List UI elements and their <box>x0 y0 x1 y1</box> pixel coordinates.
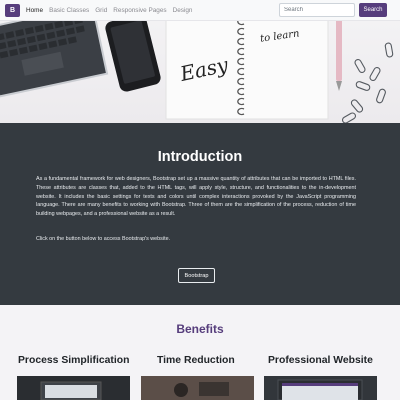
desk-photo <box>141 376 254 400</box>
nav-link-basic-classes[interactable]: Basic Classes <box>49 7 89 14</box>
search-button[interactable]: Search <box>359 3 387 17</box>
card-title-time-reduction: Time Reduction <box>157 355 235 366</box>
card-title-process-simplification: Process Simplification <box>18 355 130 366</box>
hero-image: Easy to learn <box>0 21 400 123</box>
card-image-professional-website <box>264 376 377 400</box>
paperclips-illustration <box>341 42 394 123</box>
brand-logo[interactable]: B <box>5 3 20 17</box>
search-input[interactable] <box>279 3 355 17</box>
notebook-illustration: Easy to learn <box>165 21 329 120</box>
phone-illustration <box>105 21 161 92</box>
nav-link-home[interactable]: Home <box>26 7 43 14</box>
bootstrap-button[interactable]: Bootstrap <box>178 268 215 283</box>
pen-illustration <box>336 21 342 91</box>
laptop-illustration <box>0 21 109 98</box>
nav-links: Home Basic Classes Grid Responsive Pages… <box>26 7 198 14</box>
laptop-photo <box>17 376 130 400</box>
introduction-paragraph: As a fundamental framework for web desig… <box>36 176 356 218</box>
monitor-photo <box>264 376 377 400</box>
card-title-professional-website: Professional Website <box>268 355 373 366</box>
hero-illustration: Easy to learn <box>0 21 394 123</box>
card-image-process-simplification <box>17 376 130 400</box>
nav-link-grid[interactable]: Grid <box>95 7 107 14</box>
nav-link-responsive-pages[interactable]: Responsive Pages <box>113 7 166 14</box>
card-image-time-reduction <box>141 376 254 400</box>
nav-link-design[interactable]: Design <box>173 7 193 14</box>
benefits-title: Benefits <box>176 322 224 336</box>
introduction-cta-text: Click on the button below to access Boot… <box>36 236 171 242</box>
introduction-title: Introduction <box>157 149 243 165</box>
navbar: B Home Basic Classes Grid Responsive Pag… <box>0 0 400 21</box>
